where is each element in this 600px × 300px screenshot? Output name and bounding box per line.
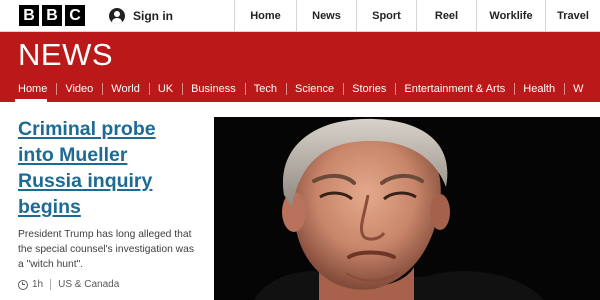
story-summary: President Trump has long alleged that th… xyxy=(18,229,194,270)
top-nav: Home News Sport Reel Worklife Travel xyxy=(234,0,600,32)
sign-in-label: Sign in xyxy=(133,9,173,23)
news-header: NEWS Home Video World UK Business Tech S… xyxy=(0,32,600,102)
story-section-link[interactable]: US & Canada xyxy=(58,279,119,290)
sign-in-link[interactable]: Sign in xyxy=(109,0,173,32)
subnav-item-overflow[interactable]: W xyxy=(564,76,592,102)
story-photo[interactable] xyxy=(214,117,600,300)
topnav-item-sport[interactable]: Sport xyxy=(356,0,416,32)
subnav-item-video[interactable]: Video xyxy=(56,76,102,102)
user-icon xyxy=(109,8,125,24)
subnav-item-tech[interactable]: Tech xyxy=(244,76,286,102)
portrait-image xyxy=(214,117,600,300)
bbc-logo-letter: C xyxy=(65,5,85,26)
topnav-item-travel[interactable]: Travel xyxy=(545,0,600,32)
subnav-item-entertainment-arts[interactable]: Entertainment & Arts xyxy=(395,76,514,102)
news-logo[interactable]: NEWS xyxy=(18,37,113,73)
topnav-item-home[interactable]: Home xyxy=(234,0,296,32)
bbc-logo-letter: B xyxy=(19,5,39,26)
subnav-item-business[interactable]: Business xyxy=(182,76,245,102)
top-bar: B B C Sign in Home News Sport Reel Workl… xyxy=(0,0,600,32)
bbc-logo-letter: B xyxy=(42,5,62,26)
lead-story: Criminal probe into Mueller Russia inqui… xyxy=(18,116,194,290)
subnav-item-health[interactable]: Health xyxy=(514,76,564,102)
subnav-item-world[interactable]: World xyxy=(102,76,149,102)
story-headline[interactable]: Criminal probe into Mueller Russia inqui… xyxy=(18,116,194,220)
topnav-item-reel[interactable]: Reel xyxy=(416,0,476,32)
subnav-item-home[interactable]: Home xyxy=(0,76,56,102)
subnav-item-uk[interactable]: UK xyxy=(148,76,182,102)
clock-icon xyxy=(18,279,28,290)
section-nav: Home Video World UK Business Tech Scienc… xyxy=(0,76,600,102)
subnav-item-science[interactable]: Science xyxy=(285,76,343,102)
meta-divider xyxy=(50,279,52,290)
topnav-item-worklife[interactable]: Worklife xyxy=(476,0,545,32)
subnav-item-stories[interactable]: Stories xyxy=(343,76,395,102)
topnav-item-news[interactable]: News xyxy=(296,0,356,32)
bbc-logo[interactable]: B B C xyxy=(19,5,85,26)
story-time: 1h xyxy=(32,279,44,290)
story-meta: 1h US & Canada xyxy=(18,279,194,290)
